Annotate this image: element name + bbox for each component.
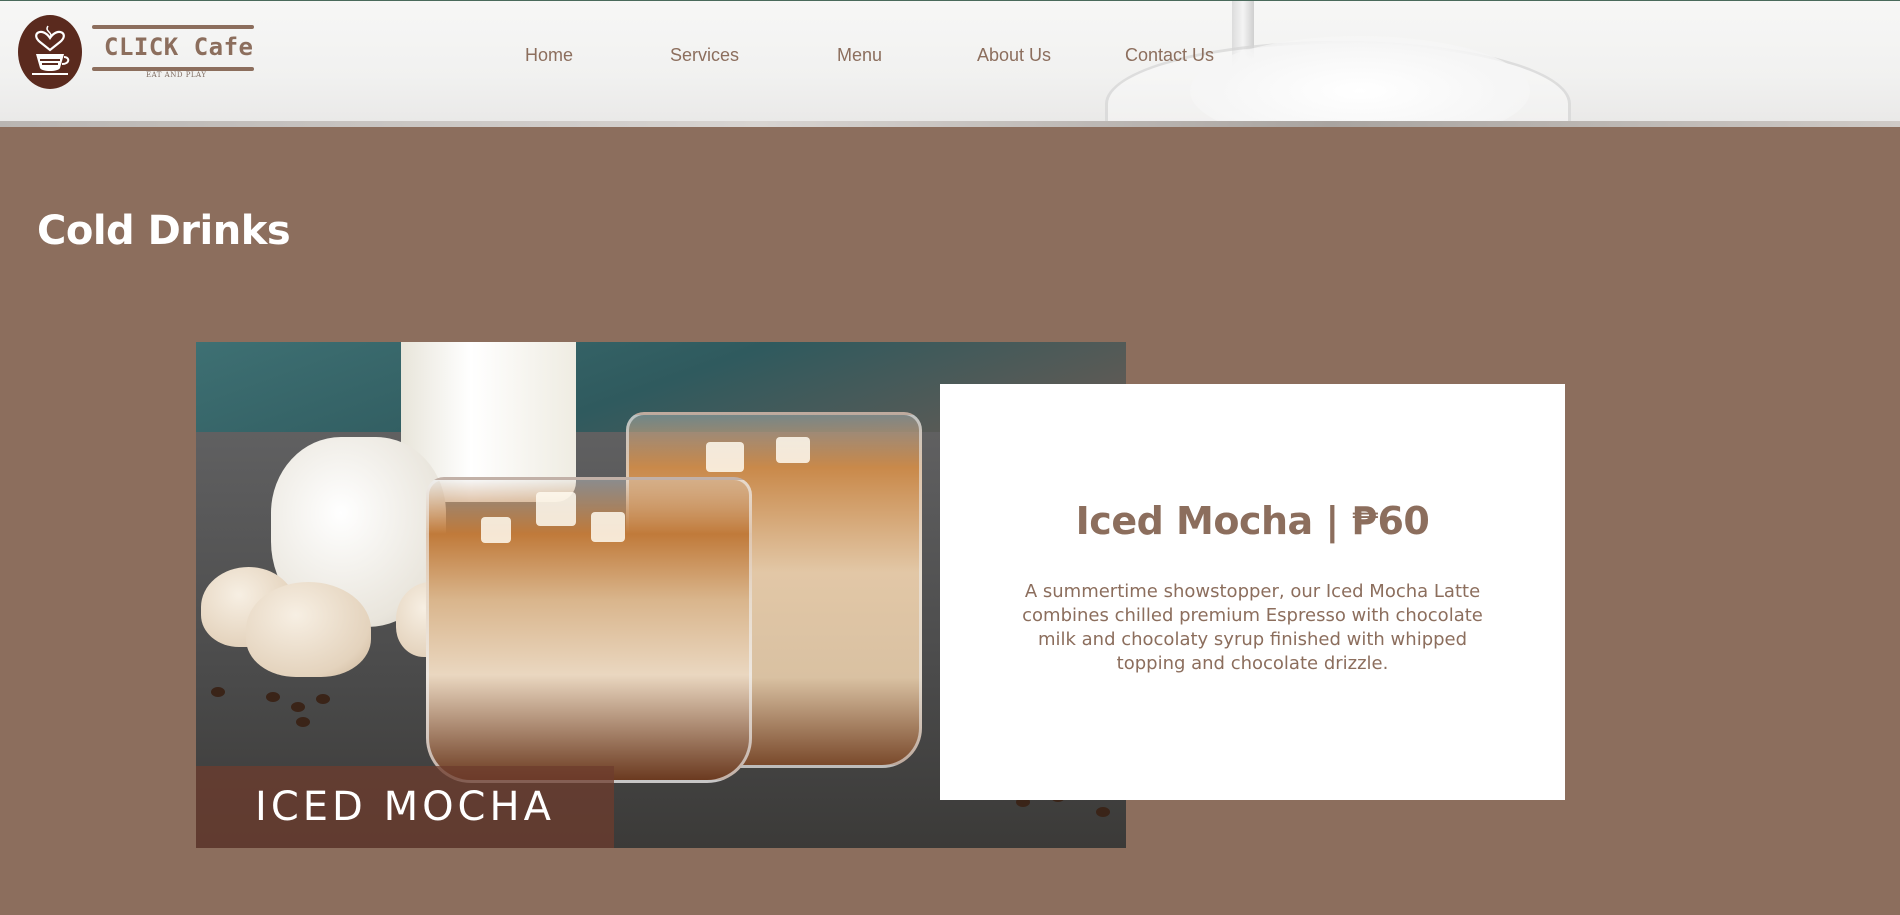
photo-ice-cube [706, 442, 744, 472]
photo-ice-cube [776, 437, 810, 463]
photo-coffee-bean [266, 692, 280, 702]
logo-top-bar [92, 25, 254, 29]
photo-coffee-bean [211, 687, 225, 697]
nav-item-services[interactable]: Services [670, 45, 739, 66]
logo-tagline: EAT AND PLAY [146, 71, 207, 79]
site-header: CLICK Cafe EAT AND PLAY Home Services Me… [0, 0, 1900, 127]
nav-item-menu[interactable]: Menu [837, 45, 882, 66]
product-card: Iced Mocha | ₱60 A summertime showstoppe… [940, 384, 1565, 800]
nav-item-home[interactable]: Home [525, 45, 573, 66]
photo-caption-text: ICED MOCHA [255, 784, 555, 830]
photo-ice-cube [481, 517, 511, 543]
photo-coffee-bean [1096, 807, 1110, 817]
product-title: Iced Mocha | ₱60 [1075, 499, 1430, 543]
photo-glass-front [426, 477, 752, 783]
logo-badge[interactable] [18, 15, 82, 89]
nav-item-contact-us[interactable]: Contact Us [1125, 45, 1214, 66]
photo-ice-cube [591, 512, 625, 542]
logo-wordmark[interactable]: CLICK Cafe EAT AND PLAY [92, 25, 254, 83]
photo-coffee-bean [296, 717, 310, 727]
product-description: A summertime showstopper, our Iced Mocha… [1022, 581, 1483, 674]
photo-meringue [246, 582, 371, 677]
section-title: Cold Drinks [37, 208, 291, 254]
photo-coffee-bean [316, 694, 330, 704]
coffee-cup-heart-icon [32, 25, 70, 75]
logo-title: CLICK Cafe [104, 33, 254, 61]
header-bottom-strip [0, 121, 1900, 127]
photo-ice-cube [536, 492, 576, 526]
photo-coffee-bean [291, 702, 305, 712]
photo-caption-banner: ICED MOCHA [196, 766, 614, 848]
nav-item-about-us[interactable]: About Us [977, 45, 1051, 66]
